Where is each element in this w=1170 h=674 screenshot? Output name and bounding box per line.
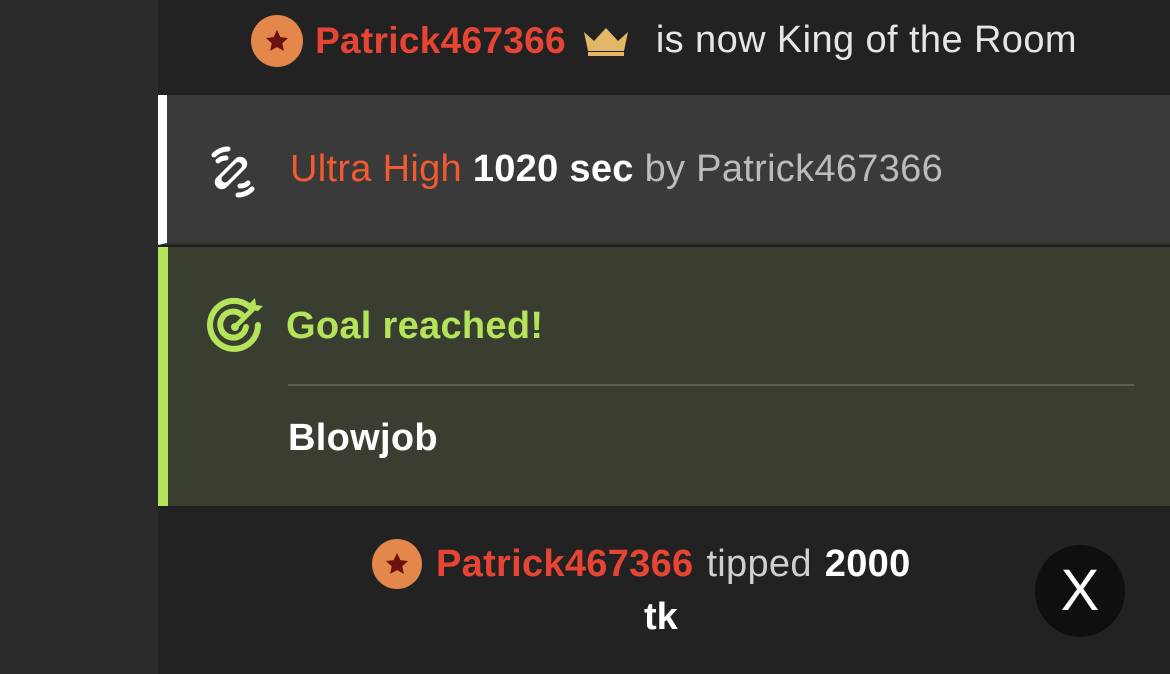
- username-link[interactable]: Patrick467366: [315, 20, 566, 62]
- chat-feed: Patrick467366 is now King of the Room Ul…: [158, 0, 1170, 674]
- tipper-username[interactable]: Patrick467366: [696, 148, 943, 190]
- close-icon: X: [1060, 558, 1100, 623]
- star-icon: [372, 539, 422, 589]
- crown-icon: [583, 27, 628, 56]
- goal-title: Goal reached!: [286, 304, 544, 347]
- king-of-room-message: Patrick467366 is now King of the Room: [158, 0, 1170, 93]
- divider: [288, 384, 1134, 386]
- vibration-duration: 1020 sec: [472, 147, 634, 190]
- target-icon: [207, 297, 263, 352]
- goal-reached-message: Goal reached! Blowjob: [158, 247, 1170, 506]
- tip-amount: 2000: [824, 542, 911, 585]
- by-label: by: [644, 147, 686, 190]
- username-link[interactable]: Patrick467366: [436, 543, 693, 586]
- tip-unit: tk: [644, 596, 678, 638]
- vibration-level: Ultra High: [290, 147, 462, 190]
- vibration-message: Ultra High 1020 sec by Patrick467366: [158, 95, 1170, 245]
- star-icon: [251, 14, 304, 67]
- tip-verb: tipped: [706, 542, 812, 585]
- goal-name: Blowjob: [288, 417, 438, 459]
- left-sidebar: [0, 0, 158, 674]
- tip-message: Patrick467366 tipped 2000 tk X: [158, 508, 1170, 674]
- vibration-text: Ultra High 1020 sec by Patrick467366: [290, 148, 943, 191]
- king-status-text: is now King of the Room: [655, 19, 1077, 61]
- close-button[interactable]: X: [1035, 545, 1125, 637]
- vibration-icon: [211, 146, 255, 198]
